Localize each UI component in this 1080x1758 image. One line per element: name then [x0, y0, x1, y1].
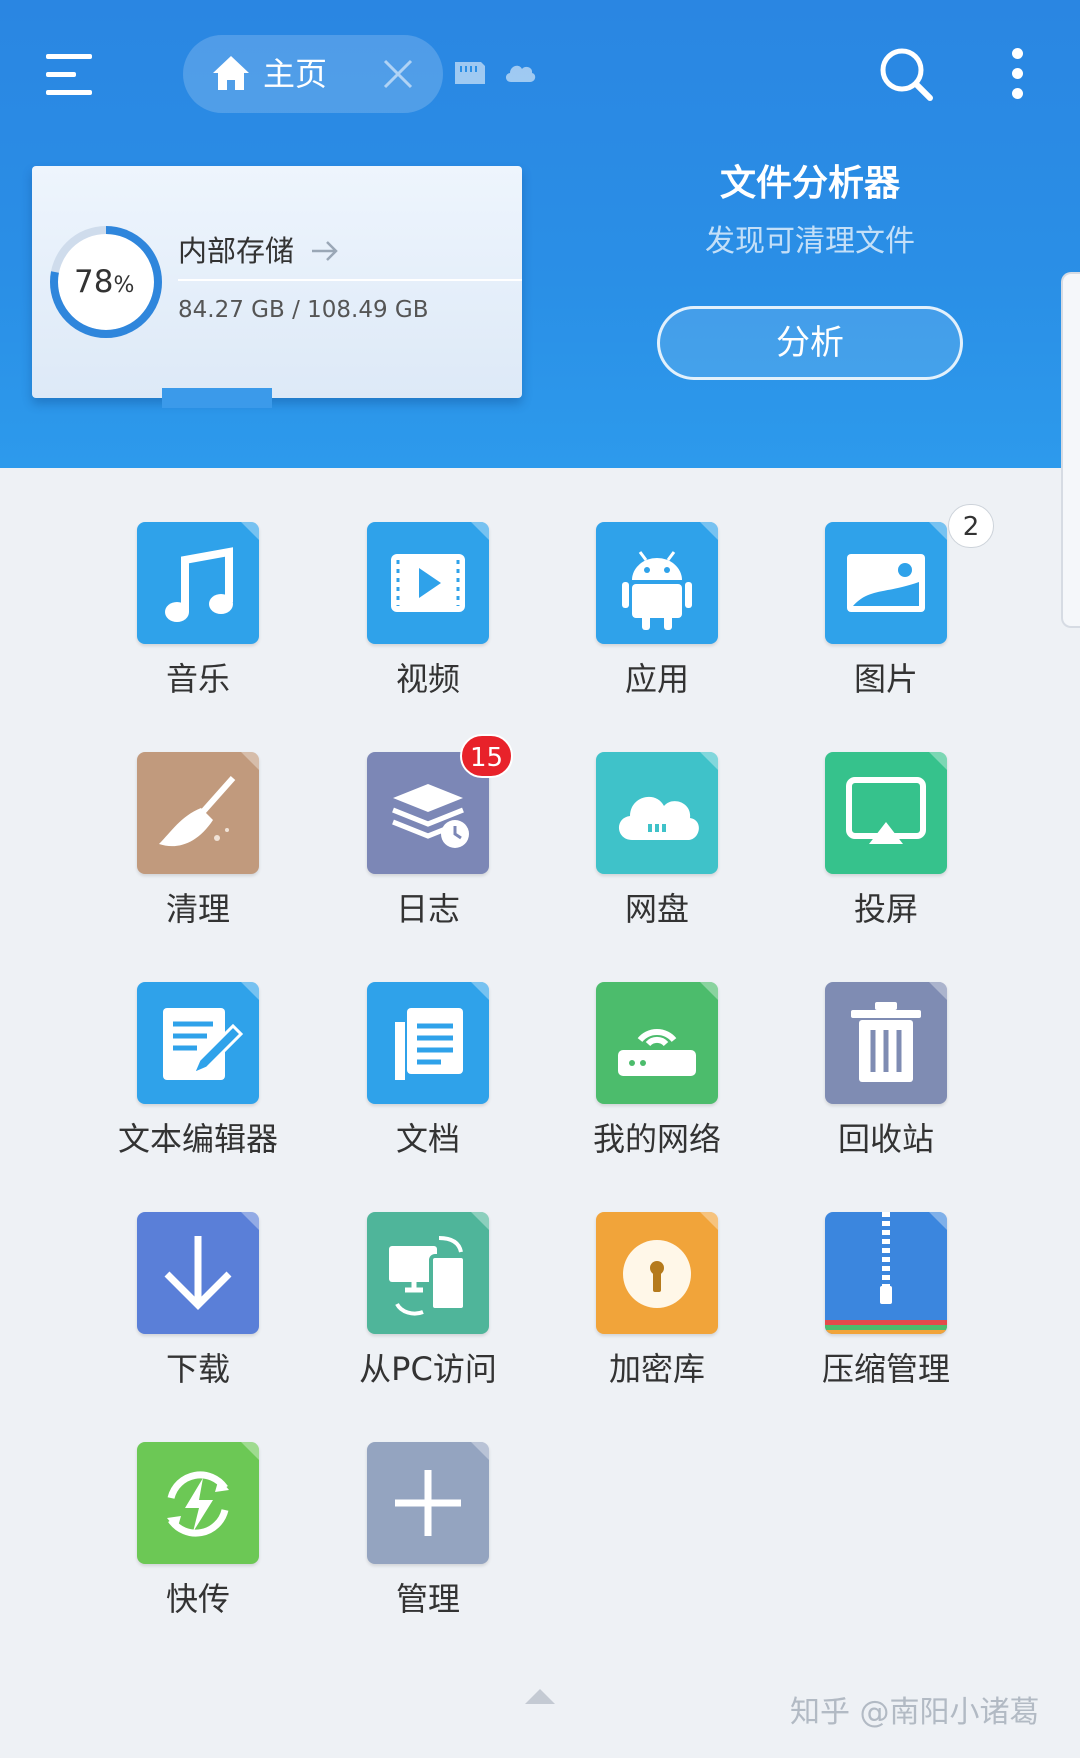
grid-item-android[interactable]: 应用: [553, 468, 753, 698]
grid-item-label: 日志: [395, 890, 460, 928]
internal-storage-card[interactable]: 78% 内部存储 84.27 GB / 108.49 GB: [32, 166, 522, 408]
download-icon: [137, 1212, 259, 1334]
analyzer-title: 文件分析器: [719, 163, 900, 204]
close-icon[interactable]: [381, 57, 415, 91]
search-icon[interactable]: [876, 44, 936, 104]
broom-icon: [137, 752, 259, 874]
grid-item-label: 视频: [395, 660, 460, 698]
grid-item-label: 清理: [165, 890, 230, 928]
video-icon: [367, 522, 489, 644]
grid-item-cast[interactable]: 投屏: [782, 698, 982, 928]
grid-item-label: 回收站: [837, 1120, 934, 1158]
grid-item-label: 音乐: [165, 660, 230, 698]
tab-home-label: 主页: [263, 55, 328, 93]
grid-item-label: 文本编辑器: [117, 1120, 278, 1158]
analyzer-subtitle: 发现可清理文件: [705, 224, 915, 259]
cloud-icon[interactable]: [503, 58, 537, 86]
storage-title: 内部存储: [178, 234, 295, 268]
android-icon: [596, 522, 718, 644]
grid-item-zip[interactable]: 压缩管理: [782, 1158, 982, 1388]
grid-item-label: 快传: [165, 1580, 230, 1618]
grid-item-pc-access[interactable]: 从PC访问: [324, 1158, 524, 1388]
zip-icon: [825, 1212, 947, 1334]
storage-usage-text: 84.27 GB / 108.49 GB: [178, 297, 429, 323]
notification-badge: 2: [948, 504, 994, 548]
menu-icon[interactable]: [40, 48, 98, 102]
grid-item-label: 投屏: [853, 890, 918, 928]
grid-item-label: 应用: [624, 660, 689, 698]
grid-item-picture[interactable]: 图片 2: [782, 468, 994, 698]
analyze-button[interactable]: 分析: [657, 306, 963, 380]
arrow-right-icon: [312, 241, 338, 261]
network-icon: [596, 982, 718, 1104]
text-editor-icon: [137, 982, 259, 1104]
quick-send-icon: [137, 1442, 259, 1564]
card-notch: [162, 388, 272, 408]
storage-percent: 78%: [74, 264, 135, 300]
grid-item-music[interactable]: 音乐: [94, 468, 294, 698]
grid-item-quick-send[interactable]: 快传: [94, 1388, 294, 1618]
grid-item-vault[interactable]: 加密库: [553, 1158, 753, 1388]
grid-item-label: 文档: [395, 1120, 460, 1158]
vault-icon: [596, 1212, 718, 1334]
grid-item-download[interactable]: 下载: [94, 1158, 294, 1388]
card-divider: [178, 279, 522, 281]
grid-item-trash[interactable]: 回收站: [782, 928, 982, 1158]
document-icon: [367, 982, 489, 1104]
home-icon: [213, 56, 249, 90]
grid-item-label: 管理: [395, 1580, 460, 1618]
grid-item-label: 压缩管理: [821, 1350, 950, 1388]
grid-item-log[interactable]: 日志 15: [324, 698, 524, 928]
cast-icon: [825, 752, 947, 874]
side-panel-handle[interactable]: [1061, 272, 1080, 628]
watermark: 知乎 @南阳小诸葛: [790, 1695, 1040, 1730]
trash-icon: [825, 982, 947, 1104]
picture-icon: [825, 522, 947, 644]
grid-item-label: 下载: [165, 1350, 230, 1388]
grid-item-label: 从PC访问: [359, 1350, 497, 1388]
grid-item-add[interactable]: 管理: [324, 1388, 524, 1618]
grid-item-cloud-drive[interactable]: 网盘: [553, 698, 753, 928]
sd-card-icon[interactable]: [453, 58, 487, 88]
tab-home[interactable]: 主页: [183, 35, 443, 113]
top-header: 主页 78% 内部存储 84.27 GB / 108.49 GB 文件分析器 发…: [0, 0, 1080, 468]
grid-item-label: 网盘: [624, 890, 689, 928]
grid-item-label: 图片: [853, 660, 918, 698]
collapse-up-icon[interactable]: [523, 1686, 557, 1706]
music-icon: [137, 522, 259, 644]
cloud-drive-icon: [596, 752, 718, 874]
grid-item-broom[interactable]: 清理: [94, 698, 294, 928]
more-options-icon[interactable]: [1000, 44, 1036, 104]
add-icon: [367, 1442, 489, 1564]
grid-item-video[interactable]: 视频: [324, 468, 524, 698]
grid-item-label: 我的网络: [592, 1120, 721, 1158]
notification-badge: 15: [460, 734, 514, 778]
pc-access-icon: [367, 1212, 489, 1334]
grid-item-label: 加密库: [608, 1350, 705, 1388]
grid-item-document[interactable]: 文档: [324, 928, 524, 1158]
grid-item-network[interactable]: 我的网络: [553, 928, 753, 1158]
grid-item-text-editor[interactable]: 文本编辑器: [94, 928, 294, 1158]
